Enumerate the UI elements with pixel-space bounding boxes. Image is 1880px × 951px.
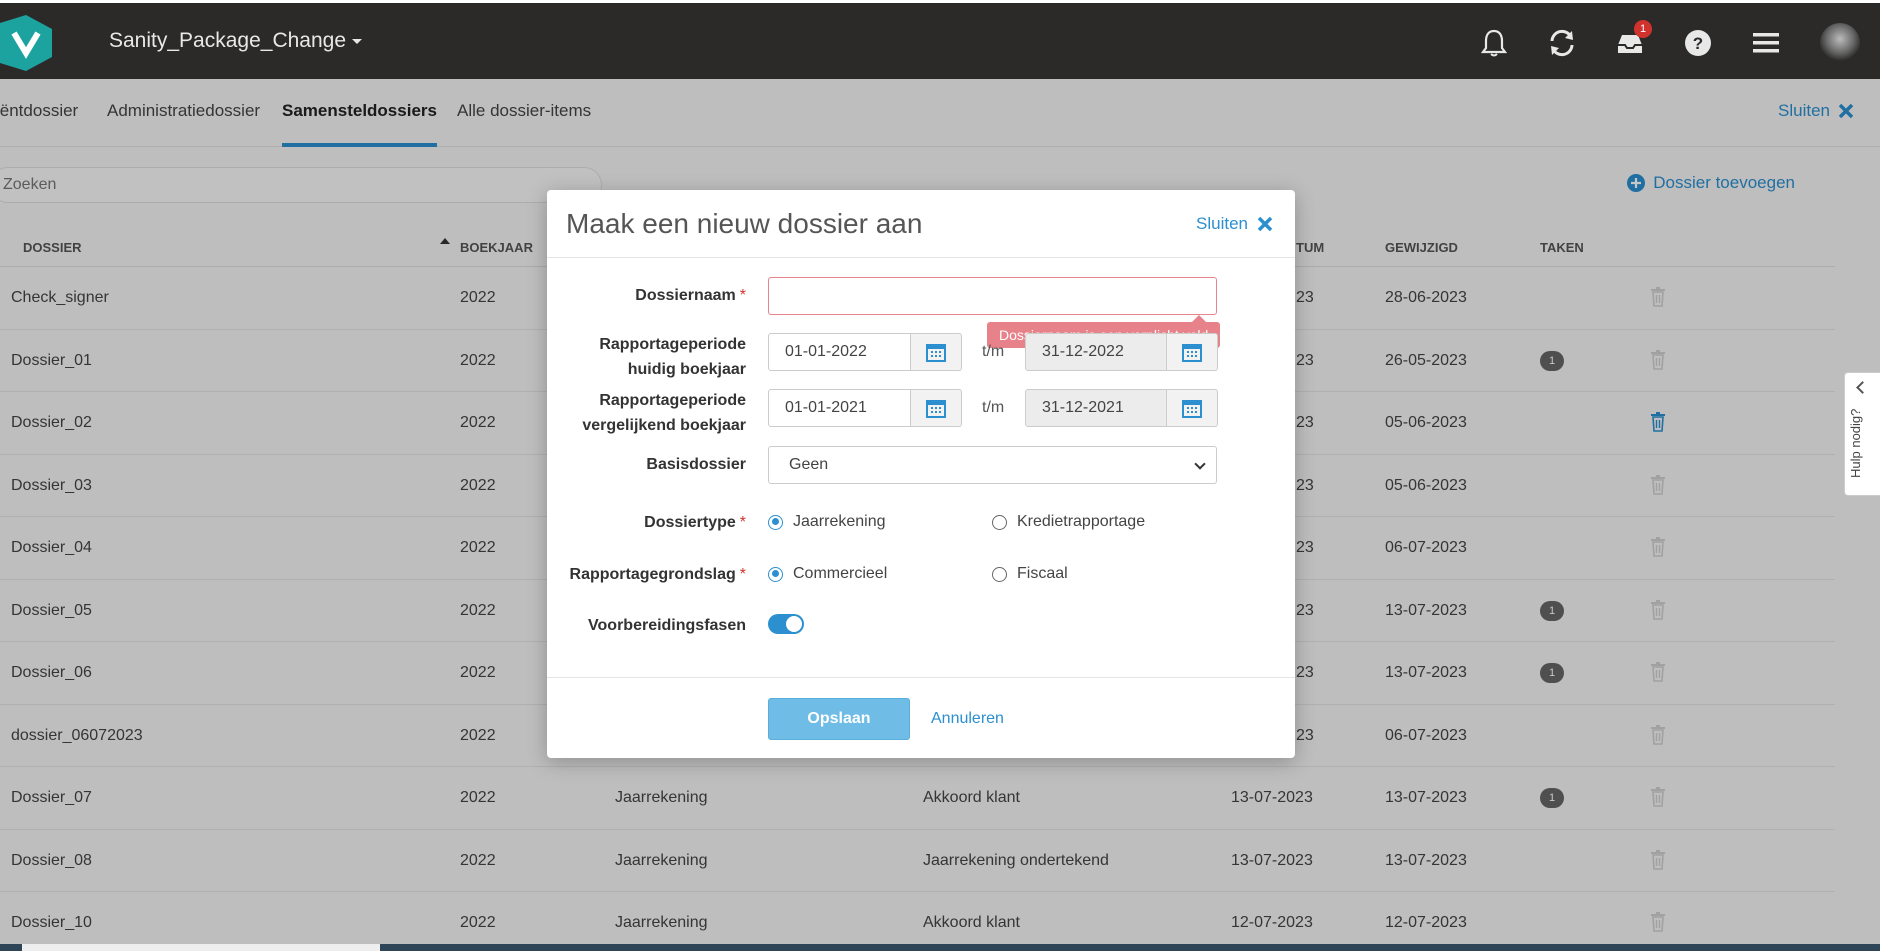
new-dossier-dialog: Maak een nieuw dossier aan Sluiten Dossi… xyxy=(547,190,1295,758)
current-period-from-input[interactable] xyxy=(768,333,911,371)
base-dossier-select[interactable]: Geen xyxy=(768,446,1217,484)
basis-commercial-radio[interactable]: Commercieel xyxy=(768,565,887,583)
radio-unchecked-icon xyxy=(992,566,1007,582)
dialog-title: Maak een nieuw dossier aan xyxy=(566,208,923,239)
taskbar-strip xyxy=(0,944,1880,951)
dialog-footer: Opslaan Annuleren xyxy=(547,677,1295,758)
question-icon: ? xyxy=(1685,29,1711,56)
help-label: Hulp nodig? xyxy=(1848,408,1863,478)
radio-unchecked-icon xyxy=(992,514,1007,530)
base-dossier-label: Basisdossier xyxy=(646,456,746,473)
current-period-to-calendar-button[interactable] xyxy=(1166,333,1218,371)
user-menu-button[interactable] xyxy=(1800,3,1880,82)
caret-down-icon xyxy=(352,38,363,44)
chevron-down-icon xyxy=(1194,458,1206,470)
compare-period-to-input[interactable] xyxy=(1025,389,1168,427)
radio-checked-icon xyxy=(768,566,783,582)
type-annual-accounts-radio[interactable]: Jaarrekening xyxy=(768,513,886,531)
sync-button[interactable] xyxy=(1528,3,1596,82)
svg-text:?: ? xyxy=(1693,34,1703,53)
current-period-to-input[interactable] xyxy=(1025,333,1168,371)
reporting-basis-label: Rapportagegrondslag * xyxy=(569,566,746,583)
chevron-left-icon xyxy=(1856,381,1869,394)
dossier-name-input[interactable] xyxy=(768,277,1217,315)
calendar-icon xyxy=(1182,400,1202,418)
notification-badge: 1 xyxy=(1634,20,1652,38)
app-logo-icon[interactable] xyxy=(0,15,52,71)
dialog-close-label: Sluiten xyxy=(1196,214,1248,233)
calendar-icon xyxy=(1182,344,1202,362)
compare-period-to-calendar-button[interactable] xyxy=(1166,389,1218,427)
bell-icon xyxy=(1481,29,1507,56)
base-dossier-value: Geen xyxy=(789,456,829,473)
radio-checked-icon xyxy=(768,514,783,530)
preparation-phases-label: Voorbereidingsfasen xyxy=(588,617,746,634)
calendar-icon xyxy=(926,400,946,418)
dialog-close-button[interactable]: Sluiten xyxy=(1196,214,1273,234)
until-label: t/m xyxy=(982,399,1005,416)
current-period-from-calendar-button[interactable] xyxy=(910,333,962,371)
dossier-type-label: Dossiertype * xyxy=(644,514,746,531)
cancel-button[interactable]: Annuleren xyxy=(931,710,1004,728)
compare-period-from-input[interactable] xyxy=(768,389,911,427)
avatar xyxy=(1820,22,1860,63)
package-title: Sanity_Package_Change xyxy=(109,29,347,52)
calendar-icon xyxy=(926,344,946,362)
current-period-label: Rapportageperiode huidig boekjaar xyxy=(599,336,746,378)
dialog-header: Maak een nieuw dossier aan Sluiten xyxy=(547,190,1295,258)
hamburger-icon xyxy=(1753,32,1779,52)
until-label: t/m xyxy=(982,343,1005,360)
save-button[interactable]: Opslaan xyxy=(768,698,910,740)
menu-button[interactable] xyxy=(1732,3,1800,82)
basis-fiscal-radio[interactable]: Fiscaal xyxy=(992,565,1068,583)
type-credit-report-radio[interactable]: Kredietrapportage xyxy=(992,513,1145,531)
refresh-icon xyxy=(1550,29,1574,56)
inbox-button[interactable]: 1 xyxy=(1596,3,1664,82)
close-icon xyxy=(1257,216,1273,232)
dossier-name-label: Dossiernaam * xyxy=(635,287,746,304)
notifications-button[interactable] xyxy=(1460,3,1528,82)
top-bar: Sanity_Package_Change 1 ? xyxy=(0,0,1880,79)
package-selector[interactable]: Sanity_Package_Change xyxy=(109,29,363,53)
help-button[interactable]: ? xyxy=(1664,3,1732,82)
compare-period-from-calendar-button[interactable] xyxy=(910,389,962,427)
compare-period-label: Rapportageperiode vergelijkend boekjaar xyxy=(582,392,746,434)
help-side-tab[interactable]: Hulp nodig? xyxy=(1844,372,1880,496)
preparation-phases-toggle[interactable] xyxy=(768,614,804,634)
